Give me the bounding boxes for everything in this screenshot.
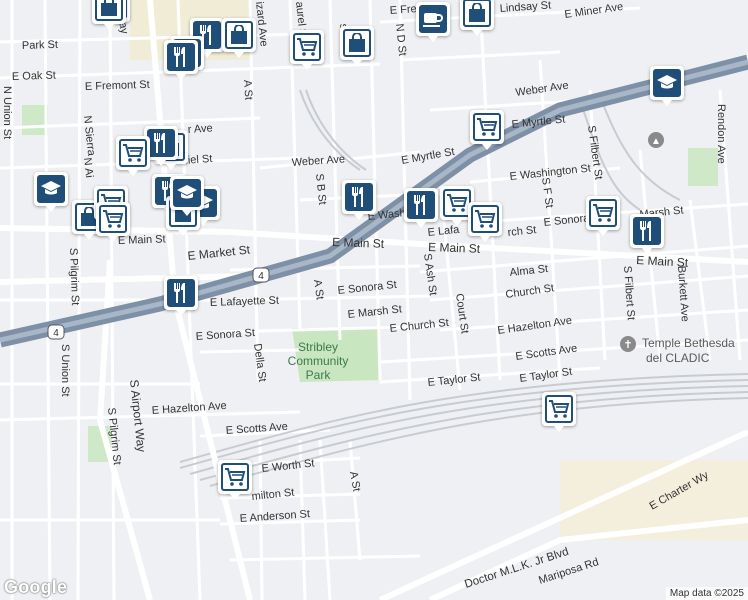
svg-text:milton St: milton St <box>251 487 295 503</box>
svg-text:S Filbert St: S Filbert St <box>621 265 637 320</box>
map-pin-school[interactable] <box>170 176 204 216</box>
svg-text:▲: ▲ <box>651 136 661 147</box>
shopping-cart-icon <box>99 205 127 233</box>
shopping-cart-icon <box>119 139 147 167</box>
map-pin-shopping-cart[interactable] <box>96 202 130 242</box>
map-pin-restaurant[interactable] <box>342 180 376 220</box>
svg-text:4: 4 <box>53 328 59 339</box>
map-attribution[interactable]: Map data ©2025 <box>665 587 748 600</box>
svg-text:E Worth St: E Worth St <box>261 458 315 475</box>
svg-text:E Lafayette St: E Lafayette St <box>210 295 279 309</box>
svg-text:E Miner Ave: E Miner Ave <box>564 1 624 21</box>
svg-text:Church St: Church St <box>505 282 555 301</box>
svg-text:N Sierra: N Sierra <box>81 115 97 157</box>
green-patch <box>688 148 718 186</box>
svg-text:Rendon Ave: Rendon Ave <box>715 104 727 164</box>
cafe-icon <box>419 5 447 33</box>
map-pin-cafe[interactable] <box>416 2 450 42</box>
map-pin-shopping-cart[interactable] <box>542 392 576 432</box>
map-canvas: 4 4 ✝ Temple Bethesda del CLADIC ▲ Strib… <box>0 0 748 600</box>
school-icon <box>37 175 65 203</box>
map-pin-restaurant[interactable] <box>164 276 198 316</box>
svg-text:S Pilgrim St: S Pilgrim St <box>67 248 81 306</box>
svg-text:N Union St: N Union St <box>1 86 13 139</box>
svg-text:A St: A St <box>347 470 362 492</box>
green-patch <box>22 105 48 135</box>
park-label-2: Community <box>288 354 349 368</box>
park-label-1: Stribley <box>298 340 338 354</box>
map-pin-shopping-cart[interactable] <box>470 110 504 150</box>
temple-poi[interactable]: ✝ Temple Bethesda del CLADIC <box>620 336 735 365</box>
google-logo[interactable]: Google <box>4 577 67 598</box>
svg-text:A St: A St <box>241 79 254 100</box>
restaurant-icon <box>407 191 435 219</box>
svg-text:E Market St: E Market St <box>187 242 251 263</box>
shopping-bag-icon <box>343 29 371 57</box>
school-icon <box>653 69 681 97</box>
map-pin-restaurant[interactable] <box>630 214 664 254</box>
map-pin-shopping-cart[interactable] <box>116 136 150 176</box>
svg-text:S Union St: S Union St <box>59 344 71 397</box>
school-icon <box>173 179 201 207</box>
shopping-bag-icon <box>463 0 491 27</box>
svg-text:E Marsh St: E Marsh St <box>347 303 402 321</box>
svg-text:N D St: N D St <box>393 23 408 56</box>
svg-text:r Ave: r Ave <box>187 122 213 136</box>
shopping-bag-icon <box>95 0 123 21</box>
svg-text:E Sonora St: E Sonora St <box>195 327 255 343</box>
svg-text:E Main St: E Main St <box>332 235 385 251</box>
shopping-cart-icon <box>589 199 617 227</box>
svg-text:E Oak St: E Oak St <box>12 69 56 83</box>
map-pin-shopping-bag[interactable] <box>222 18 256 58</box>
svg-text:S F St: S F St <box>539 177 555 209</box>
shopping-cart-icon <box>471 205 499 233</box>
svg-text:Weber Ave: Weber Ave <box>291 153 345 169</box>
svg-text:E Taylor St: E Taylor St <box>519 366 573 385</box>
map-pin-shopping-cart[interactable] <box>586 196 620 236</box>
map-view[interactable]: 4 4 ✝ Temple Bethesda del CLADIC ▲ Strib… <box>0 0 748 600</box>
map-pin-shopping-cart[interactable] <box>468 202 502 242</box>
map-pin-shopping-cart[interactable] <box>218 460 252 500</box>
restaurant-icon <box>147 129 175 157</box>
restaurant-icon <box>167 279 195 307</box>
svg-text:Della St: Della St <box>251 343 268 383</box>
svg-text:✝: ✝ <box>623 339 632 351</box>
map-pin-shopping-bag[interactable] <box>92 0 126 30</box>
map-pin-restaurant[interactable] <box>164 40 198 80</box>
svg-text:E Taylor St: E Taylor St <box>427 372 481 389</box>
map-pin-shopping-cart[interactable] <box>290 30 324 70</box>
park-label-3: Park <box>306 368 332 382</box>
map-pin-school[interactable] <box>650 66 684 106</box>
temple-label: Temple Bethesda <box>642 336 735 350</box>
restaurant-icon <box>345 183 373 211</box>
restaurant-icon <box>167 43 195 71</box>
shopping-cart-icon <box>443 189 471 217</box>
svg-text:E Scotts Ave: E Scotts Ave <box>515 342 578 363</box>
shopping-cart-icon <box>293 33 321 61</box>
map-pin-shopping-bag[interactable] <box>460 0 494 36</box>
svg-text:E Sonora St: E Sonora St <box>337 279 397 297</box>
shopping-bag-icon <box>225 21 253 49</box>
svg-text:E Fremont St: E Fremont St <box>85 79 150 93</box>
map-pin-restaurant[interactable] <box>404 188 438 228</box>
map-pin-shopping-bag[interactable] <box>340 26 374 66</box>
school-poi-small[interactable]: ▲ <box>648 132 664 148</box>
svg-text:Park St: Park St <box>22 39 58 52</box>
shopping-cart-icon <box>473 113 501 141</box>
svg-text:rch St: rch St <box>507 224 537 239</box>
svg-text:N Ai: N Ai <box>81 157 95 178</box>
restaurant-icon <box>633 217 661 245</box>
temple-label-2: del CLADIC <box>646 351 710 365</box>
svg-text:E Church St: E Church St <box>389 317 449 335</box>
svg-text:4: 4 <box>258 271 264 282</box>
shopping-cart-icon <box>545 395 573 423</box>
svg-text:S Ash St: S Ash St <box>421 253 439 296</box>
map-pin-school[interactable] <box>34 172 68 212</box>
shopping-cart-icon <box>221 463 249 491</box>
svg-text:E Hazelton Ave: E Hazelton Ave <box>497 315 573 337</box>
svg-text:E Main St: E Main St <box>428 240 481 256</box>
